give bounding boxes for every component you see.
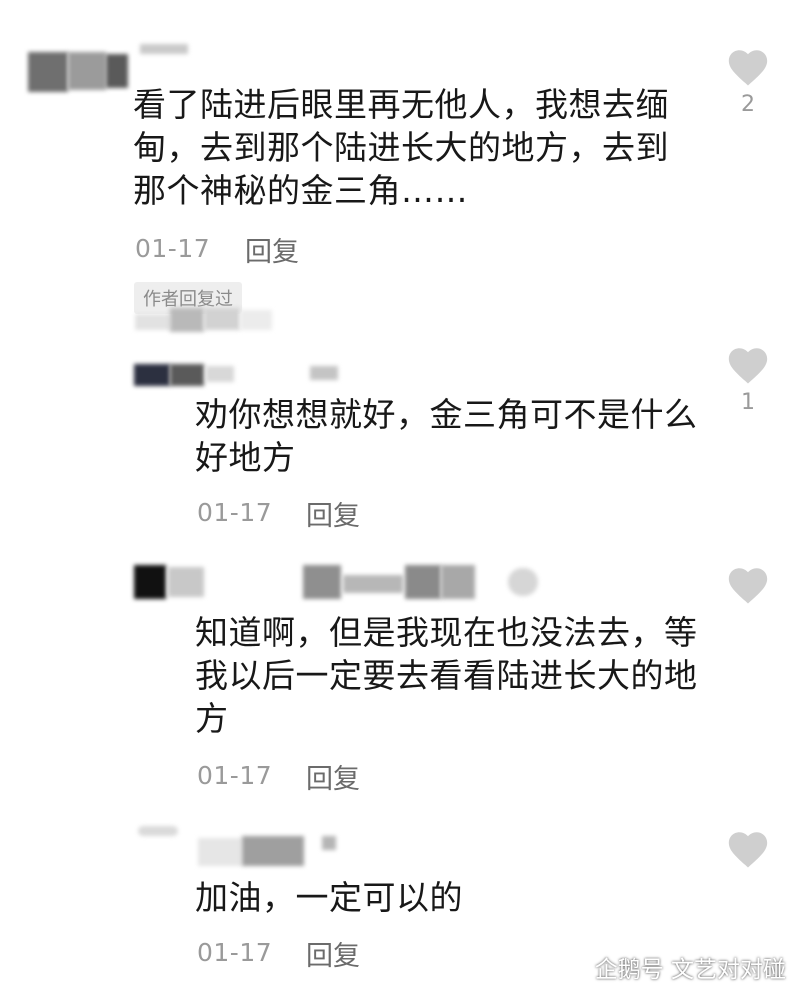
watermark-text: 企鹅号 文艺对对碰 (594, 957, 786, 983)
redaction-block (140, 44, 188, 54)
redaction-block (134, 364, 170, 386)
comment-text: 看了陆进后眼里再无他人，我想去缅 甸，去到那个陆进长大的地方，去到 那个神秘的金… (133, 83, 669, 212)
comment-text-line: 甸，去到那个陆进长大的地方，去到 (133, 128, 669, 167)
redaction-block (240, 310, 272, 330)
redaction-block (204, 308, 240, 330)
heart-icon (728, 348, 768, 384)
redaction-block (343, 575, 403, 593)
redaction-block (170, 308, 204, 332)
comment-text: 劝你想想就好，金三角可不是什么 好地方 (195, 393, 698, 479)
reply-button[interactable]: 回复 (306, 494, 360, 533)
redaction-block (170, 364, 204, 386)
redaction-block (508, 568, 538, 596)
heart-icon (728, 832, 768, 868)
heart-icon (728, 50, 768, 86)
comment-text-line: 看了陆进后眼里再无他人，我想去缅 (133, 85, 669, 124)
penguin-icon (561, 956, 582, 982)
heart-icon (728, 568, 768, 604)
reply-button[interactable]: 回复 (306, 934, 360, 973)
redaction-block (405, 565, 441, 599)
redaction-block (206, 366, 234, 382)
redaction-block (28, 52, 68, 92)
comment-text-line: 好地方 (195, 438, 296, 477)
watermark: 企鹅号 文艺对对碰 (557, 950, 786, 984)
comment-date: 01-17 (197, 761, 273, 790)
like-button[interactable] (725, 44, 771, 88)
redaction-block (441, 565, 475, 599)
comment-text: 加油，一定可以的 (195, 876, 463, 919)
comment-text: 知道啊，但是我现在也没法去，等 我以后一定要去看看陆进长大的地 方 (195, 611, 698, 740)
like-count: 2 (741, 92, 755, 117)
comment-date: 01-17 (197, 938, 273, 967)
like-button[interactable] (725, 826, 771, 870)
reply-button[interactable]: 回复 (245, 230, 299, 269)
like-button[interactable] (725, 562, 771, 606)
redaction-block (322, 836, 336, 850)
reply-button[interactable]: 回复 (306, 757, 360, 796)
redaction-block (106, 54, 128, 88)
like-button[interactable] (725, 342, 771, 386)
redaction-block (134, 565, 166, 599)
comment-text-line: 方 (195, 699, 229, 738)
redaction-block (135, 314, 171, 330)
redaction-block (168, 567, 204, 597)
redaction-block (303, 565, 341, 599)
comment-text-line: 加油，一定可以的 (195, 878, 463, 917)
redaction-block (138, 826, 178, 836)
comment-text-line: 我以后一定要去看看陆进长大的地 (195, 656, 698, 695)
like-count: 1 (741, 390, 755, 415)
comment-date: 01-17 (197, 498, 273, 527)
comment-date: 01-17 (135, 234, 211, 263)
redaction-block (310, 366, 338, 380)
redaction-block (242, 836, 304, 866)
redaction-block (198, 838, 242, 866)
comment-text-line: 那个神秘的金三角…… (133, 171, 468, 210)
redaction-block (68, 52, 106, 90)
comment-text-line: 劝你想想就好，金三角可不是什么 (195, 395, 698, 434)
comment-text-line: 知道啊，但是我现在也没法去，等 (195, 613, 698, 652)
